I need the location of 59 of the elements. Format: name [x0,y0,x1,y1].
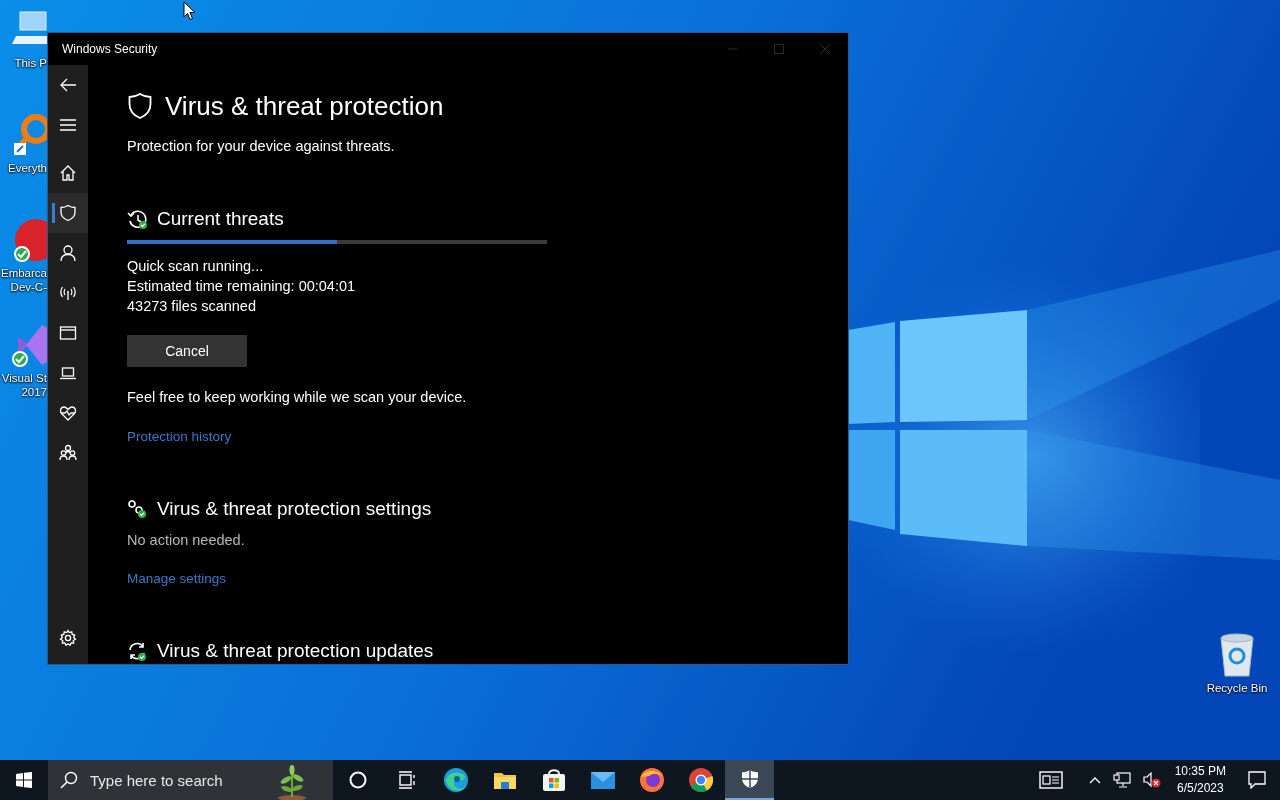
clock-check-icon [127,209,147,229]
search-field[interactable]: Type here to search [48,760,333,800]
news-icon[interactable] [1038,771,1063,789]
link[interactable]: Protection history [127,427,232,447]
shopping-bag-icon [540,767,567,793]
plant-icon [277,764,307,800]
speaker-muted-icon[interactable] [1142,772,1161,788]
search-input[interactable]: Type here to search [88,770,272,790]
icon-label: Embarca Dev-C- [0,266,47,294]
home-icon[interactable] [59,164,77,182]
icon-label: Visual St 2017 [1,371,47,399]
taskbar-button[interactable] [725,760,774,800]
browser-icon [687,767,714,793]
info-text: Feel free to keep working while we scan your device. [127,388,468,407]
person-icon[interactable] [59,244,77,262]
settings-icon[interactable] [59,629,77,647]
laptop-icon[interactable] [59,364,77,382]
shield-icon [127,92,153,120]
app-window-icon[interactable] [59,324,77,342]
scan-status: Estimated time remaining: 00:04:01 [127,277,357,296]
task-view-icon [396,770,417,790]
nav-button[interactable] [48,193,88,233]
search-icon [60,771,78,789]
chevron-up-icon[interactable] [1088,776,1101,784]
scan-status: 43273 files scanned [127,297,257,316]
section-heading: Virus & threat protection updates [157,639,434,663]
gears-check-icon [127,499,147,519]
shield-icon[interactable] [59,204,77,222]
page-subtitle: Protection for your device against threats. [127,137,396,156]
window-title: Windows Security [61,42,158,56]
signal-icon[interactable] [59,284,77,302]
section-heading: Virus & threat protection settings [157,497,432,521]
page-title: Virus & threat protection [165,90,444,123]
refresh-check-icon [127,641,147,661]
app-icon[interactable] [12,218,47,262]
clock-time[interactable]: 10:35 PM [1174,763,1226,780]
clock-date[interactable]: 6/5/2023 [1176,780,1224,797]
shield-icon [739,769,760,789]
network-icon[interactable] [1112,772,1131,788]
cancel-button[interactable]: Cancel [127,335,247,367]
back-arrow-icon[interactable] [59,76,77,94]
recycle-bin-icon[interactable] [1217,632,1257,678]
notification-icon[interactable] [1248,771,1266,789]
scan-status: Quick scan running... [127,257,265,276]
icon-label: Recycle Bin [1206,682,1268,694]
app-icon[interactable] [12,323,47,367]
family-icon[interactable] [59,444,77,462]
link[interactable]: Manage settings [127,569,227,589]
status-text: No action needed. [127,531,246,550]
browser-icon [638,767,665,793]
menu-icon[interactable] [59,116,77,134]
browser-icon [442,767,469,793]
windows-logo-icon[interactable] [16,772,32,788]
circle-icon [347,770,368,790]
icon-label: This P [14,56,47,70]
heart-icon[interactable] [59,404,77,422]
section-heading: Current threats [157,207,284,231]
icon-label: Everyth [8,161,47,175]
mouse-cursor-icon [183,1,196,21]
